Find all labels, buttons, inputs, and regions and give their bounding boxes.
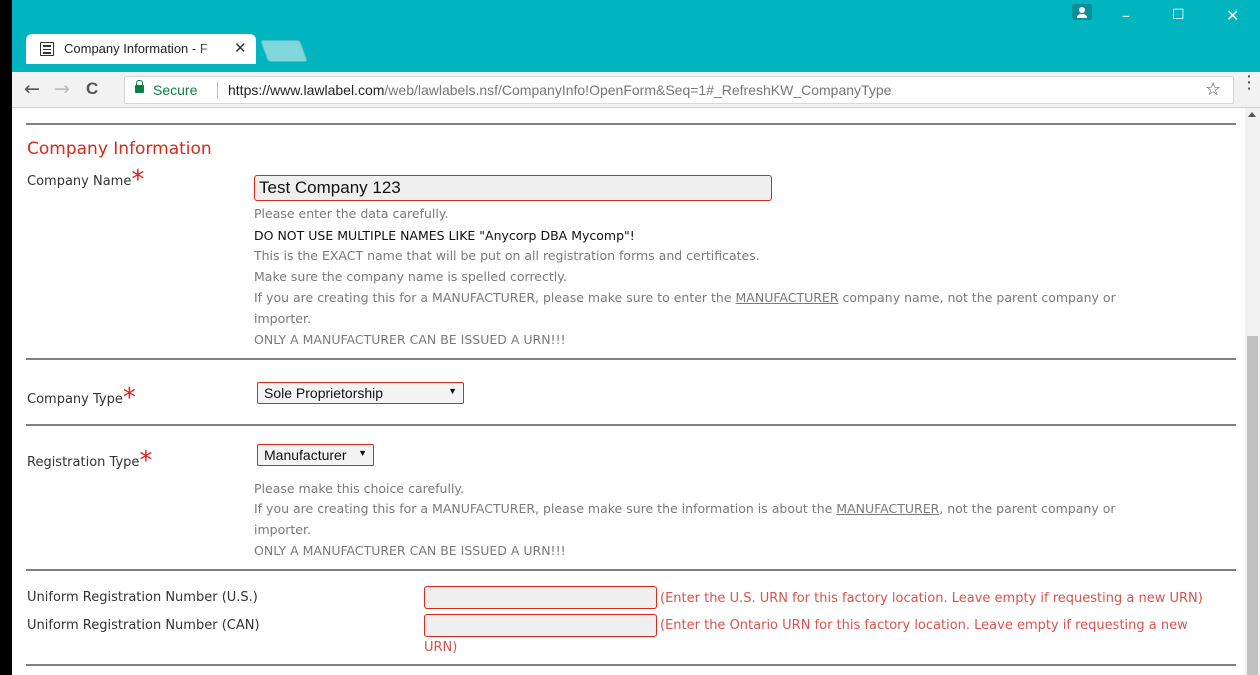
page-icon — [40, 42, 54, 56]
close-window-button[interactable]: ✕ — [1226, 6, 1239, 25]
new-tab-button[interactable] — [259, 40, 309, 62]
url-text[interactable]: https://www.lawlabel.com/web/lawlabels.n… — [228, 82, 891, 98]
manufacturer-link[interactable]: MANUFACTURER — [736, 290, 839, 305]
company-type-selected: Sole Proprietorship — [264, 385, 384, 401]
required-asterisk: * — [122, 383, 136, 413]
registration-type-selected: Manufacturer — [264, 447, 347, 463]
browser-window: Company Information - F ✕ – ☐ ✕ ← → C Se… — [12, 0, 1260, 675]
company-type-label-text: Company Type — [27, 392, 123, 407]
company-name-note-3: This is the EXACT name that will be put … — [254, 248, 760, 263]
registration-type-note-urn: ONLY A MANUFACTURER CAN BE ISSUED A URN!… — [254, 543, 566, 558]
back-arrow-icon[interactable]: ← — [24, 78, 40, 100]
minimize-button[interactable]: – — [1122, 6, 1130, 25]
address-separator — [217, 82, 218, 99]
divider — [26, 664, 1236, 666]
manufacturer-link[interactable]: MANUFACTURER — [836, 501, 939, 516]
company-name-input[interactable]: Test Company 123 — [254, 175, 772, 201]
url-path: /web/lawlabels.nsf/CompanyInfo!OpenForm&… — [384, 82, 892, 98]
company-name-note-urn: ONLY A MANUFACTURER CAN BE ISSUED A URN!… — [254, 332, 566, 347]
divider — [26, 358, 1236, 360]
urn-us-input[interactable] — [424, 586, 657, 609]
registration-type-label: Registration Type* — [27, 448, 152, 474]
company-name-value: Test Company 123 — [259, 178, 401, 197]
secure-label: Secure — [153, 82, 198, 98]
urn-us-label: Uniform Registration Number (U.S.) — [27, 590, 258, 605]
company-type-select[interactable]: Sole Proprietorship ▼ — [257, 382, 464, 404]
dropdown-arrow-icon: ▼ — [358, 448, 367, 458]
company-name-note-mfr-cont: importer. — [254, 311, 311, 326]
company-name-note-mfr: If you are creating this for a MANUFACTU… — [254, 290, 1116, 305]
menu-dots-icon[interactable]: ⋮ — [1240, 74, 1258, 92]
urn-can-hint: (Enter the Ontario URN for this factory … — [660, 618, 1188, 633]
maximize-button[interactable]: ☐ — [1172, 7, 1185, 23]
address-bar[interactable]: Secure https://www.lawlabel.com/web/lawl… — [124, 76, 1234, 104]
note-2-prefix: If you are creating this for a MANUFACTU… — [254, 501, 837, 516]
company-name-note-4: Make sure the company name is spelled co… — [254, 269, 567, 284]
section-title: Company Information — [27, 139, 212, 159]
note-mfr-prefix: If you are creating this for a MANUFACTU… — [254, 290, 736, 305]
lock-icon — [135, 80, 144, 93]
vertical-scrollbar[interactable] — [1245, 108, 1260, 675]
dropdown-arrow-icon: ▼ — [448, 386, 457, 396]
profile-icon[interactable] — [1072, 4, 1092, 20]
bookmark-star-icon[interactable]: ☆ — [1205, 79, 1221, 100]
registration-type-note-1: Please make this choice carefully. — [254, 481, 465, 496]
company-type-label: Company Type* — [27, 385, 136, 411]
registration-type-select[interactable]: Manufacturer ▼ — [257, 444, 374, 466]
urn-can-input[interactable] — [424, 614, 657, 637]
urn-us-hint: (Enter the U.S. URN for this factory loc… — [660, 591, 1203, 606]
required-asterisk: * — [139, 446, 153, 476]
title-bar: Company Information - F ✕ – ☐ ✕ — [12, 0, 1260, 72]
note-2-suffix: , not the parent company or — [939, 501, 1116, 516]
urn-can-hint-cont: URN) — [424, 640, 458, 655]
reload-icon[interactable]: C — [86, 79, 98, 99]
urn-can-label: Uniform Registration Number (CAN) — [27, 618, 260, 633]
company-name-note-1: Please enter the data carefully. — [254, 206, 449, 221]
company-name-note-2: DO NOT USE MULTIPLE NAMES LIKE "Anycorp … — [254, 228, 635, 243]
tab-company-information[interactable]: Company Information - F ✕ — [26, 34, 256, 64]
page-content: Company Information Company Name* Test C… — [12, 108, 1245, 675]
divider — [26, 123, 1236, 125]
browser-toolbar: ← → C Secure https://www.lawlabel.com/we… — [12, 72, 1260, 108]
forward-arrow-icon[interactable]: → — [54, 78, 70, 100]
company-name-label: Company Name* — [27, 167, 144, 193]
company-name-label-text: Company Name — [27, 174, 132, 189]
registration-type-note-2-cont: importer. — [254, 522, 311, 537]
tab-close-icon[interactable]: ✕ — [234, 39, 247, 57]
note-mfr-suffix: company name, not the parent company or — [838, 290, 1116, 305]
tab-title-fade — [196, 38, 226, 60]
url-host: https://www.lawlabel.com — [228, 82, 385, 98]
registration-type-label-text: Registration Type — [27, 455, 140, 470]
required-asterisk: * — [131, 165, 145, 195]
registration-type-note-2: If you are creating this for a MANUFACTU… — [254, 501, 1115, 516]
divider — [26, 569, 1236, 571]
scroll-up-arrow-icon[interactable] — [1248, 112, 1256, 117]
divider — [26, 424, 1236, 426]
scroll-thumb[interactable] — [1247, 336, 1258, 675]
